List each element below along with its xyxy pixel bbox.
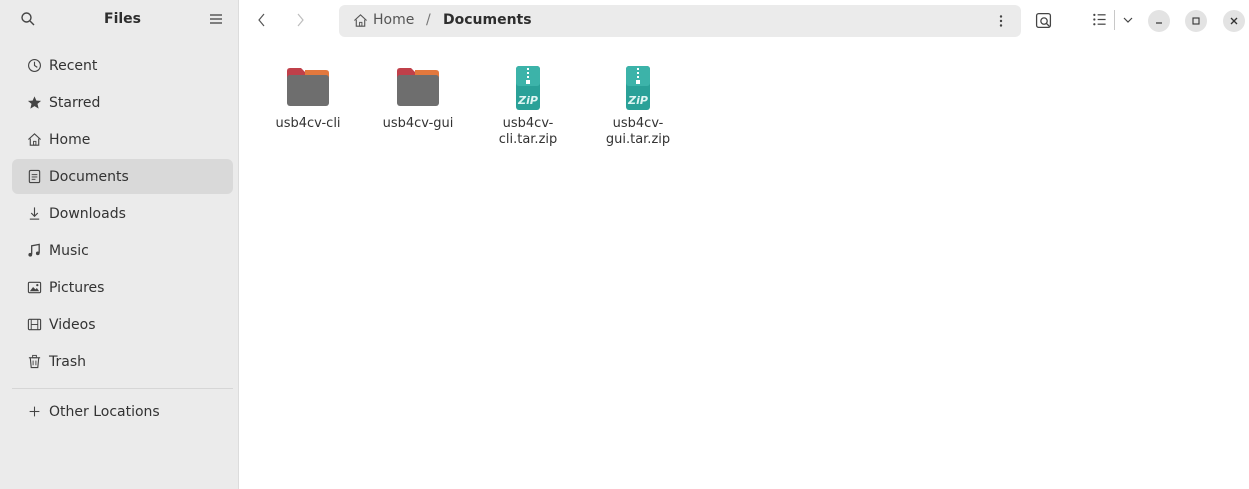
hamburger-menu-icon[interactable] [208, 11, 224, 27]
sidebar-item-label: Other Locations [49, 403, 160, 420]
file-name: usb4cv-cli [275, 116, 341, 131]
chevron-down-icon[interactable] [1121, 12, 1137, 28]
sidebar-item-music[interactable]: Music [12, 233, 233, 268]
plus-icon [26, 404, 42, 420]
document-icon [26, 169, 42, 185]
sidebar-item-label: Music [49, 242, 89, 259]
file-name: usb4cv- gui.tar.zip [605, 116, 671, 147]
sidebar-item-trash[interactable]: Trash [12, 344, 233, 379]
sidebar-header: Files [0, 0, 238, 40]
list-view-icon[interactable] [1092, 12, 1108, 28]
sidebar-item-label: Videos [49, 316, 96, 333]
sidebar-item-label: Documents [49, 168, 129, 185]
places-list: Recent Starred Home Documents Downloads … [12, 48, 233, 381]
trash-icon [26, 354, 42, 370]
sidebar-item-label: Starred [49, 94, 101, 111]
sidebar-item-other-locations[interactable]: Other Locations [12, 394, 233, 429]
breadcrumb-home[interactable]: Home [373, 12, 414, 28]
sidebar-item-home[interactable]: Home [12, 122, 233, 157]
video-icon [26, 317, 42, 333]
file-item-folder[interactable]: usb4cv-gui [363, 64, 473, 132]
star-icon [26, 95, 42, 111]
music-icon [26, 243, 42, 259]
view-divider [1114, 10, 1115, 30]
maximize-button[interactable] [1185, 10, 1207, 32]
sidebar-item-documents[interactable]: Documents [12, 159, 233, 194]
other-locations-list: Other Locations [12, 394, 233, 431]
file-name: usb4cv-gui [382, 116, 454, 131]
forward-icon[interactable] [294, 11, 310, 29]
file-name: usb4cv- cli.tar.zip [498, 116, 558, 147]
sidebar-item-recent[interactable]: Recent [12, 48, 233, 83]
main-content: Home / Documents usb4cv-cli usb4cv-gui u… [239, 0, 1249, 489]
zip-badge: ZiP [518, 94, 538, 107]
back-icon[interactable] [256, 11, 272, 29]
sidebar: Files Recent Starred Home Documents Down… [0, 0, 239, 489]
folder-icon [395, 64, 441, 113]
sidebar-item-label: Trash [49, 353, 86, 370]
sidebar-item-videos[interactable]: Videos [12, 307, 233, 342]
breadcrumb-separator: / [426, 12, 431, 28]
folder-icon [285, 64, 331, 113]
zip-archive-icon [515, 64, 541, 117]
download-icon [26, 206, 42, 222]
clock-icon [26, 58, 42, 74]
home-icon [353, 13, 369, 29]
home-icon [26, 132, 42, 148]
picture-icon [26, 280, 42, 296]
file-manager-window: Files Recent Starred Home Documents Down… [0, 0, 1249, 489]
sidebar-item-label: Pictures [49, 279, 105, 296]
zip-badge: ZiP [628, 94, 648, 107]
sidebar-item-label: Downloads [49, 205, 126, 222]
location-pathbar[interactable]: Home / Documents [339, 5, 1021, 37]
close-button[interactable] [1223, 10, 1245, 32]
sidebar-divider [12, 388, 233, 389]
more-options-icon[interactable] [993, 13, 1009, 29]
zip-archive-icon [625, 64, 651, 117]
search-folder-icon[interactable] [1035, 12, 1052, 29]
header-bar: Home / Documents [239, 0, 1249, 42]
minimize-button[interactable] [1148, 10, 1170, 32]
sidebar-item-pictures[interactable]: Pictures [12, 270, 233, 305]
sidebar-item-starred[interactable]: Starred [12, 85, 233, 120]
breadcrumb-current[interactable]: Documents [443, 12, 532, 28]
sidebar-item-downloads[interactable]: Downloads [12, 196, 233, 231]
sidebar-item-label: Home [49, 131, 91, 148]
sidebar-item-label: Recent [49, 57, 98, 74]
file-item-folder[interactable]: usb4cv-cli [253, 64, 363, 132]
